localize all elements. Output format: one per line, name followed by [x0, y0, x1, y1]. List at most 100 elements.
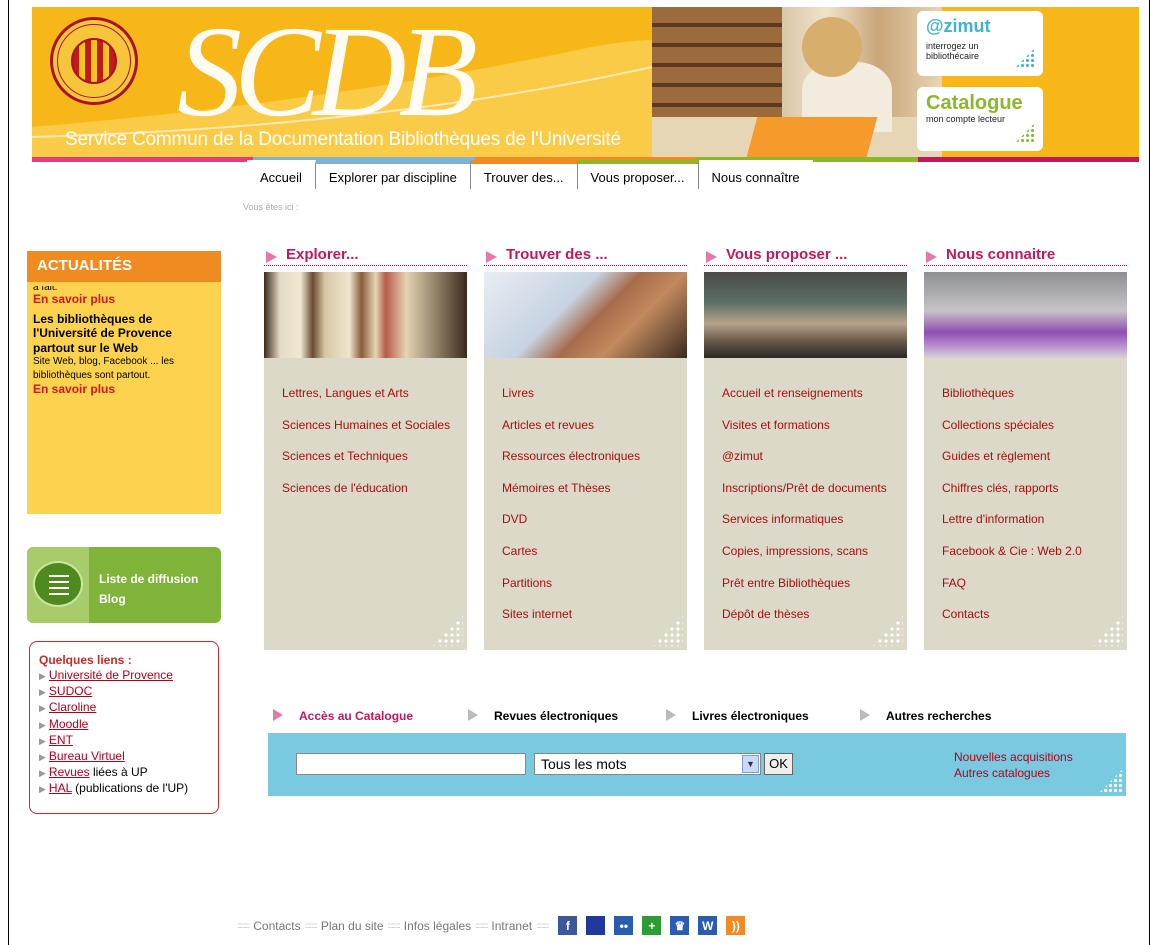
flickr-icon[interactable]: •• — [614, 916, 634, 935]
column-link[interactable]: @zimut — [722, 441, 907, 473]
nav-item-0[interactable]: Accueil — [247, 160, 316, 189]
footer-link[interactable]: Intranet — [491, 919, 532, 933]
diffusion-label[interactable]: Liste de diffusion — [99, 572, 198, 586]
delicious-icon[interactable] — [586, 916, 606, 935]
footer: :::::::::: Contacts:::::::::: Plan du site… — [233, 916, 746, 935]
netvibes-icon[interactable]: + — [642, 916, 662, 935]
footer-separator: :::::::::: — [237, 921, 250, 930]
university-seal-logo[interactable] — [50, 17, 138, 105]
catalogue-tab-3[interactable]: Autres recherches — [860, 709, 991, 723]
column-link[interactable]: Cartes — [502, 536, 687, 568]
column-links-panel: Accueil et renseignements Visites et form… — [704, 358, 907, 650]
blogger-icon[interactable]: ♛ — [670, 916, 690, 935]
nav-item-2[interactable]: Trouver des... — [470, 160, 578, 189]
quick-link[interactable]: Claroline — [49, 700, 96, 714]
column-link[interactable]: Chiffres clés, rapports — [942, 473, 1127, 505]
speech-bubble-icon — [33, 561, 83, 607]
column-link[interactable]: Visites et formations — [722, 410, 907, 442]
column-link[interactable]: FAQ — [942, 568, 1127, 600]
column-photo[interactable] — [704, 272, 907, 358]
rss-icon[interactable]: )) — [726, 916, 746, 935]
blog-label[interactable]: Blog — [99, 592, 126, 606]
triangle-right-icon: ▶ — [39, 671, 46, 681]
column-link[interactable]: Facebook & Cie : Web 2.0 — [942, 536, 1127, 568]
scdb-logo[interactable]: SCDB — [177, 7, 478, 137]
column-link[interactable]: Lettres, Langues et Arts — [282, 378, 467, 410]
column-link[interactable]: Sites internet — [502, 599, 687, 631]
column-photo[interactable] — [924, 272, 1127, 358]
quick-link[interactable]: ENT — [49, 733, 73, 747]
search-mode-value: Tous les mots — [541, 756, 627, 772]
quick-link-item[interactable]: ▶ Université de Provence — [39, 668, 210, 684]
column-link[interactable]: Prêt entre Bibliothèques — [722, 568, 907, 600]
column-link[interactable]: Collections spéciales — [942, 410, 1127, 442]
quick-link[interactable]: HAL — [49, 781, 72, 795]
quick-link-item[interactable]: ▶ Moodle — [39, 717, 210, 733]
quick-links-box: Quelques liens : ▶ Université de Provence… — [29, 641, 219, 814]
column-link[interactable]: DVD — [502, 504, 687, 536]
quick-link-item[interactable]: ▶ SUDOC — [39, 684, 210, 700]
catalogue-tab-1[interactable]: Revues électroniques — [468, 709, 618, 723]
column-link[interactable]: Ressources électroniques — [502, 441, 687, 473]
column-link[interactable]: Sciences de l'éducation — [282, 473, 467, 505]
column-title[interactable]: Explorer... — [264, 246, 467, 266]
triangle-right-icon: ▶ — [39, 784, 46, 795]
column-link[interactable]: Lettre d'information — [942, 504, 1127, 536]
column-title[interactable]: Vous proposer ... — [704, 246, 907, 266]
catalogue-tab-label: Revues électroniques — [494, 709, 619, 723]
quick-link[interactable]: Moodle — [49, 717, 88, 731]
footer-link[interactable]: Contacts — [253, 919, 300, 933]
chevron-down-icon[interactable]: ▼ — [742, 755, 759, 773]
column-link[interactable]: Sciences et Techniques — [282, 441, 467, 473]
quick-link[interactable]: Université de Provence — [49, 668, 173, 682]
column-link[interactable]: Partitions — [502, 568, 687, 600]
quick-link-item[interactable]: ▶ Bureau Virtuel — [39, 749, 210, 765]
catalogue-tile[interactable]: Catalogue mon compte lecteur — [917, 87, 1043, 151]
column-title[interactable]: Nous connaitre — [924, 246, 1127, 266]
quick-link-item[interactable]: ▶ Revues liées à UP — [39, 765, 210, 781]
catalogue-tab-2[interactable]: Livres électroniques — [666, 709, 809, 723]
footer-link[interactable]: Plan du site — [321, 919, 384, 933]
news-more-link-2[interactable]: En savoir plus — [33, 382, 215, 396]
nav-item-1[interactable]: Explorer par discipline — [315, 160, 471, 189]
column-link[interactable]: Articles et revues — [502, 410, 687, 442]
column-link[interactable]: Livres — [502, 378, 687, 410]
nav-item-4[interactable]: Nous connaître — [698, 160, 813, 189]
quick-link-item[interactable]: ▶ HAL (publications de l'UP) — [39, 781, 210, 797]
column-title[interactable]: Trouver des ... — [484, 246, 687, 266]
quick-link[interactable]: SUDOC — [49, 684, 92, 698]
column-link[interactable]: Accueil et renseignements — [722, 378, 907, 410]
dots-icon — [1015, 123, 1035, 143]
nav-item-3[interactable]: Vous proposer... — [577, 160, 699, 189]
quick-link-item[interactable]: ▶ Claroline — [39, 700, 210, 716]
news-more-link-1[interactable]: En savoir plus — [33, 292, 215, 306]
column-link[interactable]: Guides et règlement — [942, 441, 1127, 473]
column-link[interactable]: Services informatiques — [722, 504, 907, 536]
diffusion-blog-banner[interactable]: Liste de diffusion Blog — [27, 547, 221, 623]
search-ok-button[interactable]: OK — [764, 753, 793, 775]
wordpress-icon[interactable]: W — [698, 916, 718, 935]
column-photo[interactable] — [484, 272, 687, 358]
column-title-text: Explorer... — [286, 246, 359, 263]
column-link[interactable]: Sciences Humaines et Sociales — [282, 410, 467, 442]
column-link[interactable]: Dépôt de thèses — [722, 599, 907, 631]
column-link[interactable]: Mémoires et Thèses — [502, 473, 687, 505]
quick-link[interactable]: Bureau Virtuel — [49, 749, 125, 763]
footer-separator: :::::::::: — [304, 921, 318, 930]
quick-link[interactable]: Revues — [49, 765, 90, 779]
azimut-tile[interactable]: @zimut interrogez un bibliothécaire — [917, 11, 1043, 76]
catalogue-tab-0[interactable]: Accès au Catalogue — [273, 709, 413, 723]
column-link[interactable]: Bibliothèques — [942, 378, 1127, 410]
other-catalogues-link[interactable]: Autres catalogues — [954, 765, 1073, 781]
quick-link-item[interactable]: ▶ ENT — [39, 733, 210, 749]
search-mode-select[interactable]: Tous les mots ▼ — [534, 753, 761, 775]
footer-link[interactable]: Infos légales — [404, 919, 471, 933]
facebook-icon[interactable]: f — [558, 916, 578, 935]
catalogue-tab-label: Livres électroniques — [692, 709, 809, 723]
new-acquisitions-link[interactable]: Nouvelles acquisitions — [954, 749, 1073, 765]
column-link[interactable]: Inscriptions/Prêt de documents — [722, 473, 907, 505]
catalogue-search-input[interactable] — [296, 753, 526, 775]
column-link[interactable]: Contacts — [942, 599, 1127, 631]
column-link[interactable]: Copies, impressions, scans — [722, 536, 907, 568]
column-photo[interactable] — [264, 272, 467, 358]
